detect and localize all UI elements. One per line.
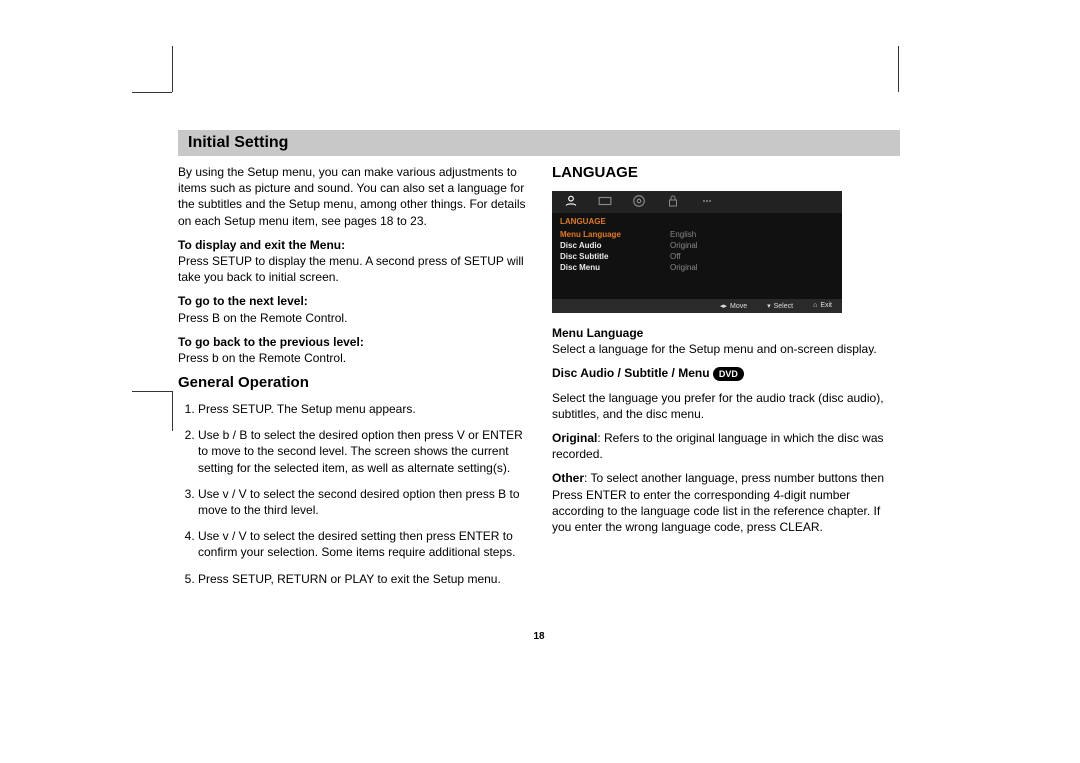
list-item: Use v / V to select the desired setting … <box>198 528 526 560</box>
disc-language-heading: Disc Audio / Subtitle / Menu <box>552 366 710 380</box>
heading-prev-level: To go back to the previous level: <box>178 335 364 349</box>
right-column: LANGUAGE <box>552 164 900 597</box>
general-operation-heading: General Operation <box>178 374 526 391</box>
manual-page: Initial Setting By using the Setup menu,… <box>178 130 900 642</box>
original-label: Original <box>552 431 597 445</box>
osd-footer: ◂▸Move ▾Select ⌂Exit <box>552 299 842 313</box>
osd-value: Off <box>670 252 681 261</box>
lock-tab-icon <box>664 194 682 211</box>
osd-value: Original <box>670 241 698 250</box>
two-column-layout: By using the Setup menu, you can make va… <box>178 164 900 597</box>
intro-paragraph: By using the Setup menu, you can make va… <box>178 164 526 229</box>
osd-tab-bar <box>552 191 842 213</box>
language-tab-icon <box>562 194 580 211</box>
osd-key: Disc Menu <box>560 263 670 272</box>
list-item: Press SETUP, RETURN or PLAY to exit the … <box>198 571 526 587</box>
osd-hint-move: ◂▸Move <box>720 302 747 310</box>
osd-value: English <box>670 230 696 239</box>
crop-mark <box>132 391 172 392</box>
disc-language-body: Select the language you prefer for the a… <box>552 390 900 422</box>
display-tab-icon <box>596 196 614 209</box>
crop-mark <box>898 46 899 92</box>
list-item: Press SETUP. The Setup menu appears. <box>198 401 526 417</box>
osd-key: Disc Audio <box>560 241 670 250</box>
crop-mark <box>172 391 173 431</box>
body-next-level: Press B on the Remote Control. <box>178 311 347 325</box>
osd-body: LANGUAGE Menu Language English Disc Audi… <box>552 213 842 299</box>
left-column: By using the Setup menu, you can make va… <box>178 164 526 597</box>
language-heading: LANGUAGE <box>552 164 900 181</box>
osd-row: Disc Audio Original <box>560 240 834 251</box>
dvd-badge: DVD <box>713 367 744 381</box>
general-operation-list: Press SETUP. The Setup menu appears. Use… <box>178 401 526 587</box>
osd-value: Original <box>670 263 698 272</box>
other-label: Other <box>552 471 584 485</box>
osd-hint-select: ▾Select <box>767 302 793 310</box>
heading-next-level: To go to the next level: <box>178 294 308 308</box>
heading-display-exit: To display and exit the Menu: <box>178 238 345 252</box>
body-display-exit: Press SETUP to display the menu. A secon… <box>178 254 524 284</box>
osd-hint-exit: ⌂Exit <box>813 302 832 310</box>
osd-key: Disc Subtitle <box>560 252 670 261</box>
crop-mark <box>172 46 173 92</box>
menu-language-heading: Menu Language <box>552 326 643 340</box>
osd-row: Disc Subtitle Off <box>560 251 834 262</box>
audio-tab-icon <box>630 194 648 211</box>
osd-screenshot: LANGUAGE Menu Language English Disc Audi… <box>552 191 842 313</box>
osd-key: Menu Language <box>560 230 670 239</box>
section-title-bar: Initial Setting <box>178 130 900 156</box>
osd-row: Disc Menu Original <box>560 262 834 273</box>
page-number: 18 <box>178 631 900 642</box>
list-item: Use v / V to select the second desired o… <box>198 486 526 518</box>
other-body: : To select another language, press numb… <box>552 471 884 534</box>
list-item: Use b / B to select the desired option t… <box>198 427 526 476</box>
menu-language-body: Select a language for the Setup menu and… <box>552 342 877 356</box>
osd-section-title: LANGUAGE <box>560 217 834 226</box>
original-body: : Refers to the original language in whi… <box>552 431 884 461</box>
other-tab-icon <box>698 195 716 210</box>
osd-row: Menu Language English <box>560 229 834 240</box>
crop-mark <box>132 92 172 93</box>
body-prev-level: Press b on the Remote Control. <box>178 351 346 365</box>
